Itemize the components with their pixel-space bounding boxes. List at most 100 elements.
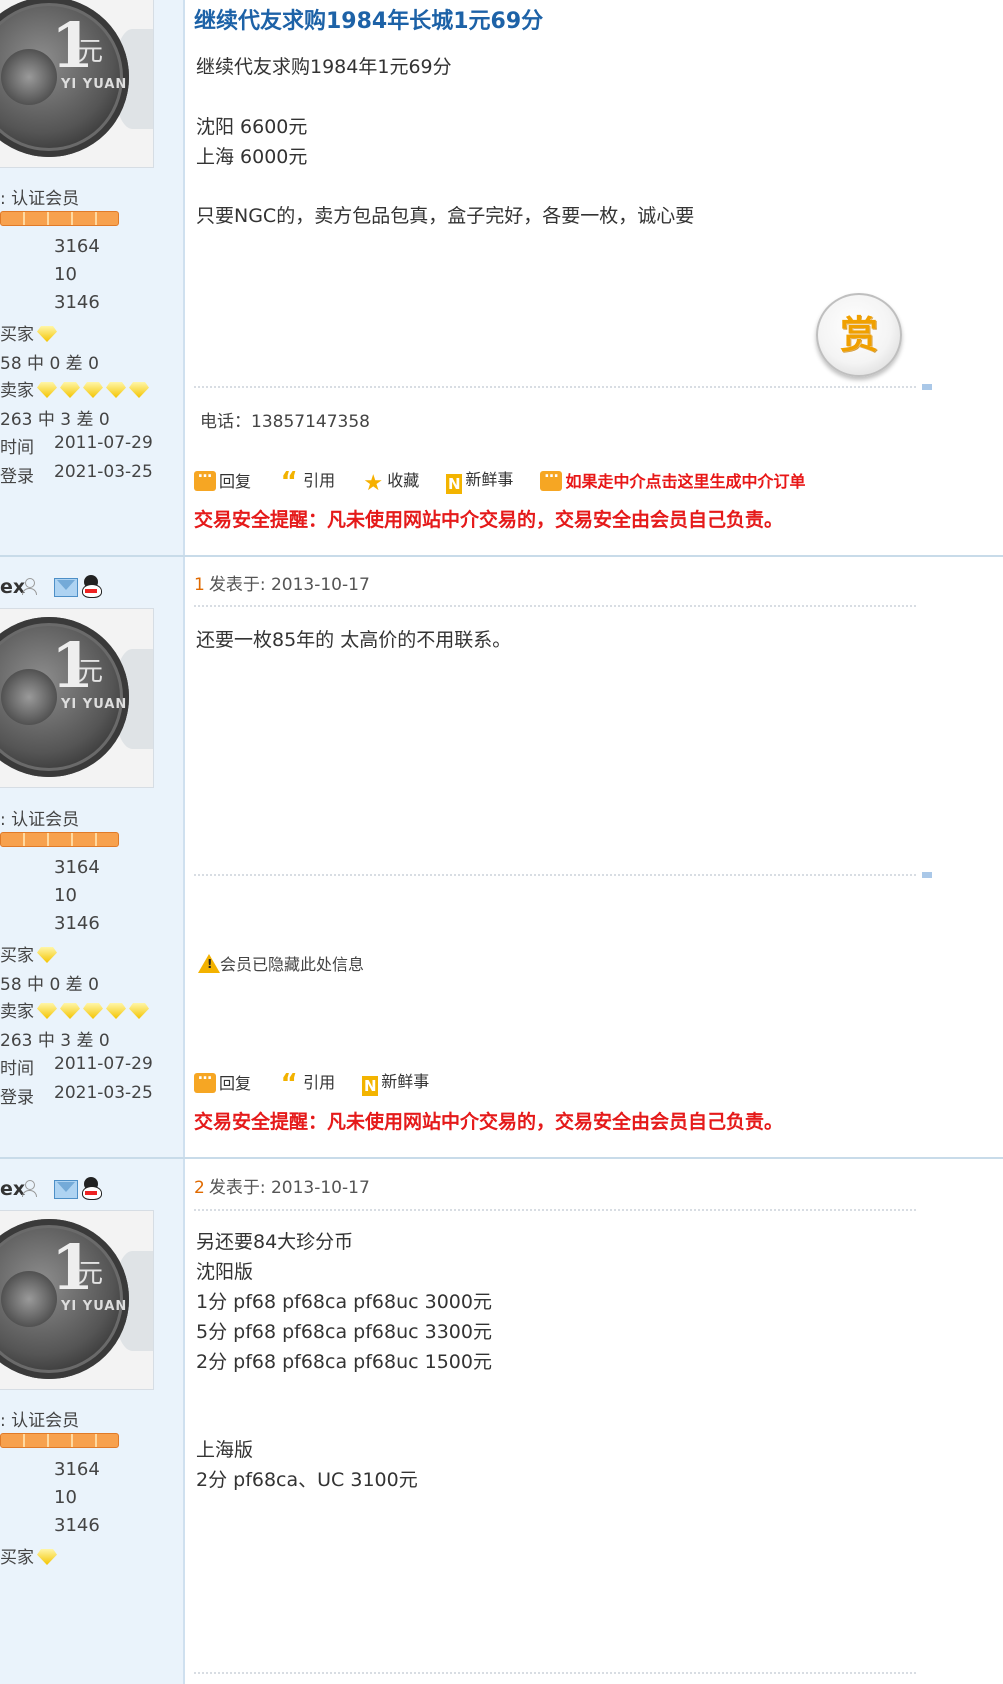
avatar[interactable]: 1 元 YI YUAN (0, 608, 154, 788)
reply-icon (194, 465, 216, 491)
reg-time: 时间 2011-07-29 (0, 433, 153, 458)
level-bar (0, 832, 119, 847)
post-line: 上海 6000元 (196, 146, 308, 168)
coin-latin: YI YUAN (61, 77, 128, 92)
post-line: 1分 pf68 pf68ca pf68uc 3000元 (196, 1291, 492, 1313)
post-line: 2分 pf68ca、UC 3100元 (196, 1469, 418, 1491)
post-line: 另还要84大珍分币 (196, 1231, 354, 1253)
member-type: : 认证会员 (0, 810, 80, 830)
reward-button[interactable]: 赏 (816, 293, 902, 377)
edge-marker (922, 384, 932, 390)
diamond-icon (37, 1549, 57, 1565)
seller-record: 263 中 3 差 0 (0, 410, 110, 430)
diamond-icon (83, 1003, 103, 1019)
diamond-icon (37, 382, 57, 398)
hidden-notice: 会员已隐藏此处信息 (198, 951, 364, 975)
stat-posts: 3164 (54, 857, 100, 878)
reply-button[interactable]: 回复 (194, 1067, 251, 1094)
post-line: 2分 pf68 pf68ca pf68uc 1500元 (196, 1351, 492, 1373)
news-icon: N (362, 1076, 379, 1096)
post-divider (194, 1209, 916, 1211)
safety-warning: 交易安全提醒：凡未使用网站中介交易的，交易安全由会员自己负责。 (194, 509, 784, 531)
post-actions: 回复 “引用 N新鲜事 (194, 1067, 451, 1099)
post-divider (194, 874, 916, 876)
avatar[interactable]: 1 元 YI YUAN (0, 1210, 154, 1390)
mail-icon[interactable] (54, 578, 78, 597)
stat-points: 3146 (54, 1515, 100, 1536)
diamond-icon (106, 382, 126, 398)
diamond-icon (83, 382, 103, 398)
post-meta: 2 发表于: 2013-10-17 (194, 1178, 370, 1198)
phone-number: 电话：13857147358 (200, 412, 370, 432)
user-icon[interactable] (22, 1180, 37, 1197)
diamond-icon (106, 1003, 126, 1019)
news-button[interactable]: N 新鲜事 (446, 466, 513, 494)
post-line: 上海版 (196, 1439, 254, 1461)
post-divider (194, 1672, 916, 1674)
last-login: 登录 2021-03-25 (0, 1083, 153, 1108)
diamond-icon (37, 326, 57, 342)
post-separator (0, 1157, 1003, 1159)
floor-number[interactable]: 2 (194, 1178, 205, 1198)
peony-shape (1, 1271, 57, 1327)
post-actions: 回复 “引用 ★收藏 N新鲜事 如果走中介点击这里生成中介订单 (194, 465, 827, 497)
stat-credit: 10 (54, 885, 77, 906)
favorite-button[interactable]: ★ 收藏 (362, 467, 419, 496)
diamond-icon (129, 1003, 149, 1019)
reg-time: 时间 2011-07-29 (0, 1054, 153, 1079)
diamond-icon (60, 382, 80, 398)
qq-icon[interactable] (80, 575, 102, 598)
peony-shape (1, 49, 57, 105)
post-line: 只要NGC的，卖方包品包真，盒子完好，各要一枚，诚心要 (196, 205, 695, 227)
post-divider (194, 605, 916, 607)
buyer-rating: 买家 (0, 941, 57, 966)
reply-button[interactable]: 回复 (194, 465, 251, 492)
qq-icon[interactable] (80, 1177, 102, 1200)
quote-icon: “ (280, 467, 298, 497)
seller-rating: 卖家 (0, 997, 149, 1022)
news-button[interactable]: N 新鲜事 (362, 1068, 429, 1096)
level-bar (0, 1433, 119, 1448)
stat-credit: 10 (54, 264, 77, 285)
level-bar (0, 211, 119, 226)
stat-points: 3146 (54, 913, 100, 934)
diamond-icon (60, 1003, 80, 1019)
peony-shape (1, 669, 57, 725)
thread-title[interactable]: 继续代友求购1984年长城1元69分 (194, 3, 543, 35)
coin-latin: YI YUAN (61, 1299, 128, 1314)
diamond-icon (37, 1003, 57, 1019)
post-line: 还要一枚85年的 太高价的不用联系。 (196, 629, 512, 651)
coin-unit: 元 (77, 657, 104, 687)
post-line: 沈阳 6600元 (196, 116, 308, 138)
quote-button[interactable]: “引用 (278, 467, 336, 497)
reply-icon (194, 1067, 216, 1093)
stat-posts: 3164 (54, 236, 100, 257)
mail-icon[interactable] (54, 1180, 78, 1199)
quote-icon: “ (280, 1069, 298, 1099)
news-icon: N (446, 474, 463, 494)
member-type: : 认证会员 (0, 189, 80, 209)
member-type: : 认证会员 (0, 1411, 80, 1431)
star-icon: ★ (363, 470, 384, 496)
seller-record: 263 中 3 差 0 (0, 1031, 110, 1051)
post-line: 继续代友求购1984年1元69分 (196, 56, 452, 78)
reply-icon (540, 465, 563, 491)
escrow-order-link[interactable]: 如果走中介点击这里生成中介订单 (540, 465, 805, 492)
post-meta: 1 发表于: 2013-10-17 (194, 575, 370, 595)
coin-unit: 元 (77, 1259, 104, 1289)
edge-marker (922, 872, 932, 878)
diamond-icon (129, 382, 149, 398)
avatar[interactable]: 1 元 YI YUAN (0, 0, 154, 168)
coin-latin: YI YUAN (61, 697, 128, 712)
post-divider (194, 386, 916, 388)
quote-button[interactable]: “引用 (278, 1069, 336, 1099)
seller-rating: 卖家 (0, 376, 149, 401)
floor-number[interactable]: 1 (194, 575, 205, 595)
post-line: 5分 pf68 pf68ca pf68uc 3300元 (196, 1321, 492, 1343)
stat-posts: 3164 (54, 1459, 100, 1480)
buyer-rating: 买家 (0, 1543, 57, 1568)
stat-credit: 10 (54, 1487, 77, 1508)
safety-warning: 交易安全提醒：凡未使用网站中介交易的，交易安全由会员自己负责。 (194, 1111, 784, 1133)
coin-unit: 元 (77, 37, 104, 67)
user-icon[interactable] (22, 578, 37, 595)
